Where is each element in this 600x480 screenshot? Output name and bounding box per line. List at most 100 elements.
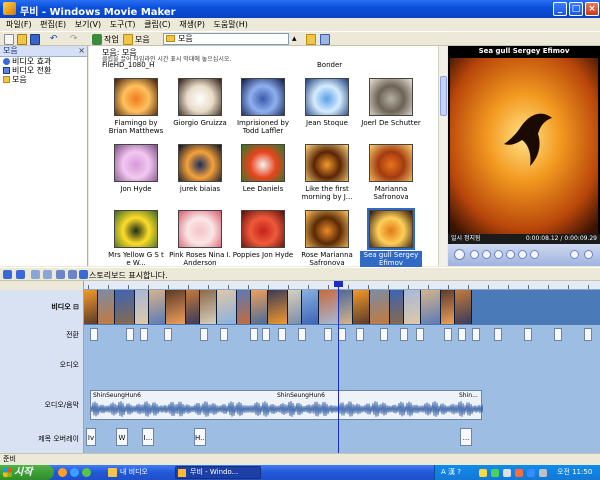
transition-marker[interactable] xyxy=(472,328,480,341)
video-clip[interactable] xyxy=(186,290,200,324)
menu-view[interactable]: 보기(V) xyxy=(69,18,101,30)
language-indicator[interactable]: A 漢 ? xyxy=(441,465,461,480)
menu-play[interactable]: 재생(P) xyxy=(173,18,205,30)
transition-marker[interactable] xyxy=(524,328,532,341)
title-clip[interactable]: H... xyxy=(194,428,206,446)
save-project-icon[interactable] xyxy=(30,34,40,45)
transition-marker[interactable] xyxy=(200,328,208,341)
taskbar-quick-item[interactable]: 내 비디오 xyxy=(106,466,148,479)
menu-tools[interactable]: 도구(T) xyxy=(104,18,136,30)
clip-item[interactable]: Marianna Safronova xyxy=(360,144,422,201)
clip-thumbnail[interactable] xyxy=(305,210,349,248)
set-audio-levels-icon[interactable] xyxy=(16,270,25,279)
scrollbar-thumb[interactable] xyxy=(440,76,447,116)
tasks-button[interactable]: 작업 xyxy=(104,34,119,45)
video-clip[interactable] xyxy=(84,290,98,324)
audio-clip[interactable]: ShinSeungHun6 ShinSeungHun6 Shin... xyxy=(90,390,483,420)
clip-thumbnail[interactable] xyxy=(114,78,158,116)
title-clip[interactable]: ... xyxy=(460,428,472,446)
video-clip[interactable] xyxy=(268,290,288,324)
transition-marker[interactable] xyxy=(90,328,98,341)
transition-marker[interactable] xyxy=(356,328,364,341)
snapshot-icon[interactable] xyxy=(570,250,579,259)
forward-icon[interactable] xyxy=(518,250,527,259)
new-folder-icon[interactable] xyxy=(306,34,316,45)
rewind-timeline-icon[interactable] xyxy=(56,270,65,279)
tree-item-video-effects[interactable]: 비디오 효과 xyxy=(0,57,87,66)
clip-item[interactable]: Jon Hyde xyxy=(105,144,167,193)
clip-item[interactable]: Jean Stoque xyxy=(296,78,358,127)
audio-track[interactable] xyxy=(84,345,600,385)
clip-item[interactable]: Giorgio Gruizza xyxy=(169,78,231,127)
clip-item[interactable]: Pink Roses Nina I. Anderson xyxy=(169,210,231,267)
zoom-out-icon[interactable] xyxy=(43,270,52,279)
play-button-icon[interactable] xyxy=(454,249,465,260)
transition-marker[interactable] xyxy=(338,328,346,341)
transition-marker[interactable] xyxy=(584,328,592,341)
tree-item-video-transitions[interactable]: 비디오 전환 xyxy=(0,66,87,75)
media-icon[interactable] xyxy=(82,468,91,477)
title-overlay-track[interactable]: Iv W I... H... ... xyxy=(84,425,600,453)
transition-marker[interactable] xyxy=(416,328,424,341)
storyboard-icon[interactable] xyxy=(79,270,88,279)
title-clip[interactable]: W xyxy=(116,428,128,446)
transition-track[interactable] xyxy=(84,325,600,345)
play-timeline-icon[interactable] xyxy=(68,270,77,279)
audio-music-track[interactable]: ShinSeungHun6 ShinSeungHun6 Shin... xyxy=(84,385,600,425)
video-clip[interactable] xyxy=(339,290,353,324)
open-project-icon[interactable] xyxy=(17,34,27,45)
previous-frame-icon[interactable] xyxy=(482,250,491,259)
collections-button[interactable]: 모음 xyxy=(135,34,150,45)
clip-thumbnail[interactable] xyxy=(114,210,158,248)
clip-thumbnail[interactable] xyxy=(241,210,285,248)
video-clip[interactable] xyxy=(302,290,319,324)
close-button[interactable]: × xyxy=(585,2,599,16)
rewind-icon[interactable] xyxy=(506,250,515,259)
maximize-button[interactable]: □ xyxy=(569,2,583,16)
tray-icon[interactable] xyxy=(491,469,499,477)
clip-thumbnail[interactable] xyxy=(178,210,222,248)
clip-thumbnail[interactable] xyxy=(305,78,349,116)
collections-icon[interactable] xyxy=(123,34,133,45)
clip-thumbnail[interactable] xyxy=(367,208,415,250)
video-clip[interactable] xyxy=(251,290,268,324)
stop-button-icon[interactable] xyxy=(470,250,479,259)
video-clip[interactable] xyxy=(166,290,186,324)
transition-marker[interactable] xyxy=(324,328,332,341)
video-clip[interactable] xyxy=(404,290,421,324)
close-icon[interactable]: × xyxy=(78,46,85,56)
clip-thumbnail[interactable] xyxy=(305,144,349,182)
video-track[interactable] xyxy=(84,290,600,325)
video-clip[interactable] xyxy=(200,290,217,324)
collection-location-dropdown[interactable]: 모음 xyxy=(163,33,289,45)
tree-item-collections[interactable]: 모음 xyxy=(0,75,87,84)
firefox-icon[interactable] xyxy=(58,468,67,477)
video-clip[interactable] xyxy=(455,290,472,324)
menu-edit[interactable]: 편집(E) xyxy=(34,18,66,30)
menu-help[interactable]: 도움말(H) xyxy=(208,18,248,30)
video-clip[interactable] xyxy=(98,290,115,324)
storyboard-view-icon[interactable] xyxy=(3,270,12,279)
transition-marker[interactable] xyxy=(220,328,228,341)
clip-item[interactable]: Imprisioned by Todd Laffler xyxy=(232,78,294,135)
new-project-icon[interactable] xyxy=(4,34,14,45)
split-clip-icon[interactable] xyxy=(530,250,539,259)
browser-icon[interactable] xyxy=(70,468,79,477)
transition-marker[interactable] xyxy=(140,328,148,341)
transition-marker[interactable] xyxy=(278,328,286,341)
video-clip[interactable] xyxy=(217,290,237,324)
taskbar-task-movie-maker[interactable]: 무비 - Windo... xyxy=(175,466,261,479)
menu-file[interactable]: 파일(F) xyxy=(0,18,32,30)
tray-icon[interactable] xyxy=(515,469,523,477)
transition-marker[interactable] xyxy=(458,328,466,341)
video-clip[interactable] xyxy=(421,290,441,324)
video-clip[interactable] xyxy=(370,290,390,324)
video-clip[interactable] xyxy=(115,290,135,324)
views-icon[interactable] xyxy=(320,34,330,45)
clip-thumbnail[interactable] xyxy=(241,144,285,182)
transition-marker[interactable] xyxy=(400,328,408,341)
transition-marker[interactable] xyxy=(126,328,134,341)
transition-marker[interactable] xyxy=(554,328,562,341)
tray-icon[interactable] xyxy=(539,469,547,477)
next-frame-icon[interactable] xyxy=(494,250,503,259)
